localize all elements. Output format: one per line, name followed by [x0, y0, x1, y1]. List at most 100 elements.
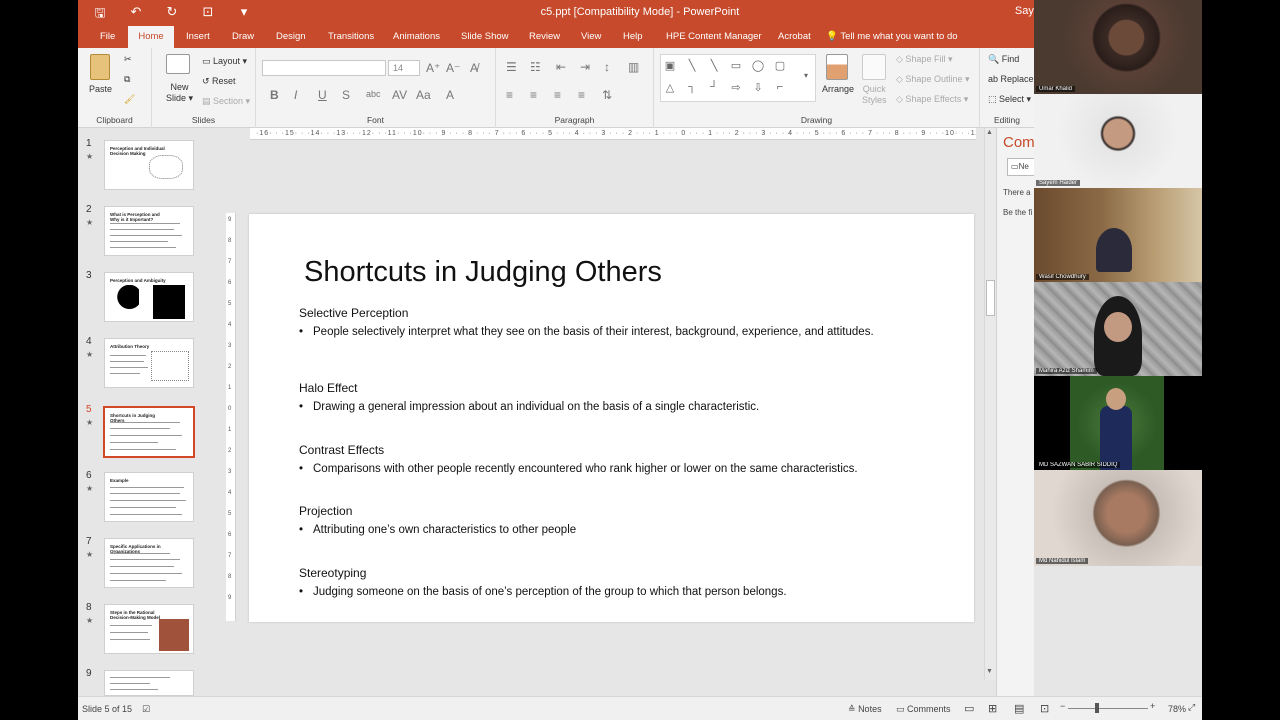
- participant-tile[interactable]: Umar Khalid: [1034, 0, 1202, 94]
- shape-arrow-icon[interactable]: ⇨: [729, 81, 743, 94]
- slide-thumbnail-6[interactable]: Example: [104, 472, 194, 522]
- slide-thumbnail-8[interactable]: Steps in the Rational Decision-Making Mo…: [104, 604, 194, 654]
- align-right-icon[interactable]: ≡: [554, 88, 561, 102]
- layout-button[interactable]: ▭ Layout ▾: [202, 56, 247, 67]
- slide-thumbnail-9[interactable]: [104, 670, 194, 696]
- tab-slide-show[interactable]: Slide Show: [455, 26, 515, 48]
- reading-view-icon[interactable]: ▤: [1014, 702, 1024, 715]
- zoom-in-icon[interactable]: +: [1150, 701, 1155, 711]
- participant-tile[interactable]: Mahira Aziz Shamim: [1034, 282, 1202, 376]
- slideshow-view-icon[interactable]: ⊡: [1040, 702, 1049, 715]
- slide-thumbnail-2[interactable]: What is Perception and Why is it Importa…: [104, 206, 194, 256]
- current-slide[interactable]: Shortcuts in Judging Others Selective Pe…: [249, 214, 974, 622]
- shape-line-icon[interactable]: ╲: [685, 59, 699, 72]
- increase-indent-icon[interactable]: ⇥: [580, 60, 590, 74]
- participant-tile[interactable]: Sayem Haider: [1034, 94, 1202, 188]
- shape-elbow-icon[interactable]: ┐: [685, 81, 699, 93]
- new-slide-icon[interactable]: [166, 54, 190, 74]
- tab-animations[interactable]: Animations: [387, 26, 446, 48]
- justify-icon[interactable]: ≡: [578, 88, 585, 102]
- shape-outline-button[interactable]: ◇ Shape Outline ▾: [896, 74, 970, 85]
- tab-hpe-content-manager[interactable]: HPE Content Manager: [660, 26, 768, 48]
- zoom-level[interactable]: 78%: [1168, 704, 1186, 714]
- reset-button[interactable]: ↺ Reset: [202, 76, 236, 87]
- slide-thumbnail-5[interactable]: Shortcuts in Judging Others: [103, 406, 195, 458]
- shape-elbow2-icon[interactable]: ┘: [707, 81, 721, 93]
- decrease-font-icon[interactable]: A⁻: [446, 61, 460, 75]
- tab-design[interactable]: Design: [270, 26, 312, 48]
- copy-icon[interactable]: ⧉: [124, 74, 130, 85]
- slide-thumbnail-3[interactable]: Perception and Ambiguity: [104, 272, 194, 322]
- section-stereotyping[interactable]: Stereotyping Judging someone on the basi…: [299, 566, 939, 599]
- slide-title[interactable]: Shortcuts in Judging Others: [304, 256, 662, 289]
- shape-oval-icon[interactable]: ◯: [751, 59, 765, 72]
- tab-review[interactable]: Review: [523, 26, 566, 48]
- shape-triangle-icon[interactable]: △: [663, 81, 677, 94]
- font-name-box[interactable]: [262, 60, 386, 76]
- change-case-icon[interactable]: Aa: [416, 88, 431, 102]
- char-spacing-av-icon[interactable]: AV: [392, 88, 407, 102]
- notes-button[interactable]: ≙ Notes: [848, 704, 882, 715]
- arrange-button[interactable]: Arrange: [822, 84, 854, 94]
- cut-icon[interactable]: ✂: [124, 54, 132, 65]
- shape-line2-icon[interactable]: ╲: [707, 59, 721, 72]
- strikethrough-button[interactable]: S: [342, 88, 350, 102]
- font-color-icon[interactable]: A: [446, 88, 454, 102]
- columns-icon[interactable]: ▥: [628, 60, 639, 74]
- tab-view[interactable]: View: [575, 26, 607, 48]
- tab-acrobat[interactable]: Acrobat: [772, 26, 817, 48]
- zoom-slider-knob[interactable]: [1095, 703, 1099, 713]
- section-button[interactable]: ▤ Section ▾: [202, 96, 250, 107]
- comments-button[interactable]: ▭ Comments: [896, 704, 951, 715]
- quick-styles-button[interactable]: Quick Styles: [862, 84, 887, 106]
- section-halo-effect[interactable]: Halo Effect Drawing a general impression…: [299, 381, 939, 414]
- italic-button[interactable]: I: [294, 88, 297, 102]
- numbering-icon[interactable]: ☷: [530, 60, 541, 74]
- shape-rect-icon[interactable]: ▭: [729, 59, 743, 72]
- decrease-indent-icon[interactable]: ⇤: [556, 60, 566, 74]
- section-selective-perception[interactable]: Selective Perception People selectively …: [299, 306, 939, 339]
- align-left-icon[interactable]: ≡: [506, 88, 513, 102]
- shape-fill-button[interactable]: ◇ Shape Fill ▾: [896, 54, 952, 65]
- slide-sorter-icon[interactable]: ⊞: [988, 702, 997, 715]
- bold-button[interactable]: B: [270, 88, 279, 102]
- scroll-up-arrow-icon[interactable]: ▲: [986, 129, 993, 136]
- tab-help[interactable]: Help: [617, 26, 649, 48]
- bullets-icon[interactable]: ☰: [506, 60, 517, 74]
- quick-styles-icon[interactable]: [862, 54, 886, 80]
- shapes-more-icon[interactable]: ▾: [799, 71, 813, 80]
- scroll-down-arrow-icon[interactable]: ▼: [986, 668, 993, 675]
- arrange-icon[interactable]: [826, 54, 848, 80]
- paste-button[interactable]: Paste: [89, 84, 112, 94]
- select-button[interactable]: ⬚ Select ▾: [988, 94, 1031, 105]
- shape-brace-icon[interactable]: ⌐: [773, 81, 787, 93]
- shape-effects-button[interactable]: ◇ Shape Effects ▾: [896, 94, 968, 105]
- format-painter-icon[interactable]: 🖌: [124, 94, 135, 105]
- shapes-gallery[interactable]: ▣ ╲ ╲ ▭ ◯ ▢ △ ┐ ┘ ⇨ ⇩ ⌐ ▾: [660, 54, 816, 102]
- increase-font-icon[interactable]: A⁺: [426, 61, 440, 75]
- fit-to-window-icon[interactable]: ⤢: [1188, 702, 1195, 713]
- shape-down-arrow-icon[interactable]: ⇩: [751, 81, 765, 94]
- paste-icon[interactable]: [90, 54, 110, 80]
- spelling-check-icon[interactable]: ☑: [142, 704, 150, 715]
- scrollbar-thumb[interactable]: [986, 280, 995, 316]
- slide-thumbnail-7[interactable]: Specific Applications in Organizations: [104, 538, 194, 588]
- section-projection[interactable]: Projection Attributing one’s own charact…: [299, 504, 939, 537]
- font-size-box[interactable]: 14: [388, 60, 420, 76]
- tab-transitions[interactable]: Transitions: [322, 26, 380, 48]
- new-slide-button[interactable]: New Slide ▾: [166, 82, 193, 104]
- tab-draw[interactable]: Draw: [226, 26, 260, 48]
- tab-file[interactable]: File: [94, 26, 121, 48]
- line-spacing-icon[interactable]: ↕: [604, 60, 610, 74]
- zoom-out-icon[interactable]: −: [1060, 701, 1065, 711]
- align-center-icon[interactable]: ≡: [530, 88, 537, 102]
- section-contrast-effects[interactable]: Contrast Effects Comparisons with other …: [299, 443, 959, 476]
- tab-home[interactable]: Home: [128, 26, 174, 48]
- tab-insert[interactable]: Insert: [180, 26, 216, 48]
- zoom-slider[interactable]: [1068, 708, 1148, 709]
- normal-view-icon[interactable]: ▭: [964, 702, 974, 715]
- shape-textbox-icon[interactable]: ▣: [663, 59, 677, 72]
- find-button[interactable]: 🔍 Find: [988, 54, 1019, 65]
- participant-tile[interactable]: Md Nahidul Islam: [1034, 470, 1202, 566]
- slide-thumbnail-1[interactable]: Perception and Individual Decision Makin…: [104, 140, 194, 190]
